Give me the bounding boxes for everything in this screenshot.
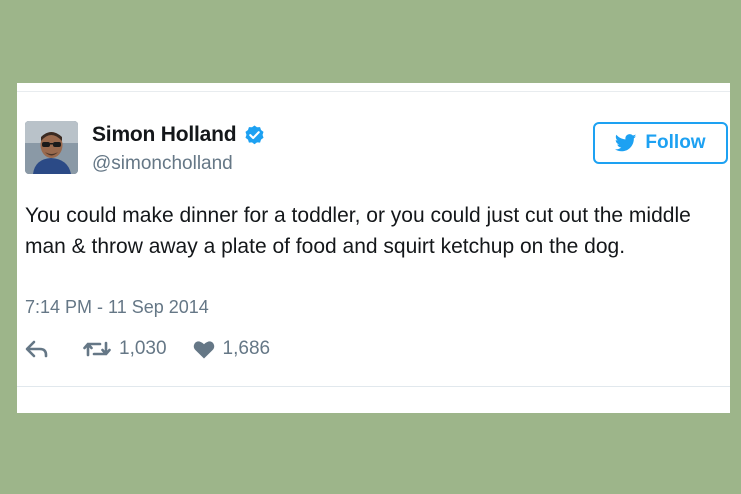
reply-arrow-icon xyxy=(25,340,48,358)
display-name[interactable]: Simon Holland xyxy=(92,123,237,147)
follow-button[interactable]: Follow xyxy=(593,122,728,164)
reply-button[interactable] xyxy=(25,340,49,358)
user-handle[interactable]: @simoncholland xyxy=(92,153,233,175)
follow-label: Follow xyxy=(645,132,706,153)
retweet-icon xyxy=(83,341,111,357)
like-count: 1,686 xyxy=(222,338,271,359)
tweet-timestamp[interactable]: 7:14 PM - 11 Sep 2014 xyxy=(25,297,209,318)
verified-badge-icon xyxy=(245,124,264,144)
tweet-text: You could make dinner for a toddler, or … xyxy=(25,204,691,258)
tweet-card: Simon Holland @simoncholland Follow You … xyxy=(17,83,730,413)
divider xyxy=(17,91,730,92)
retweet-count: 1,030 xyxy=(119,338,167,359)
avatar[interactable] xyxy=(25,121,78,174)
tweet-actions: 1,030 1,686 xyxy=(25,338,270,360)
divider xyxy=(17,386,730,387)
name-row: Simon Holland xyxy=(92,123,266,147)
twitter-bird-icon xyxy=(615,134,637,152)
heart-icon xyxy=(193,340,214,358)
retweet-button[interactable]: 1,030 xyxy=(83,338,167,360)
like-button[interactable]: 1,686 xyxy=(193,338,271,360)
